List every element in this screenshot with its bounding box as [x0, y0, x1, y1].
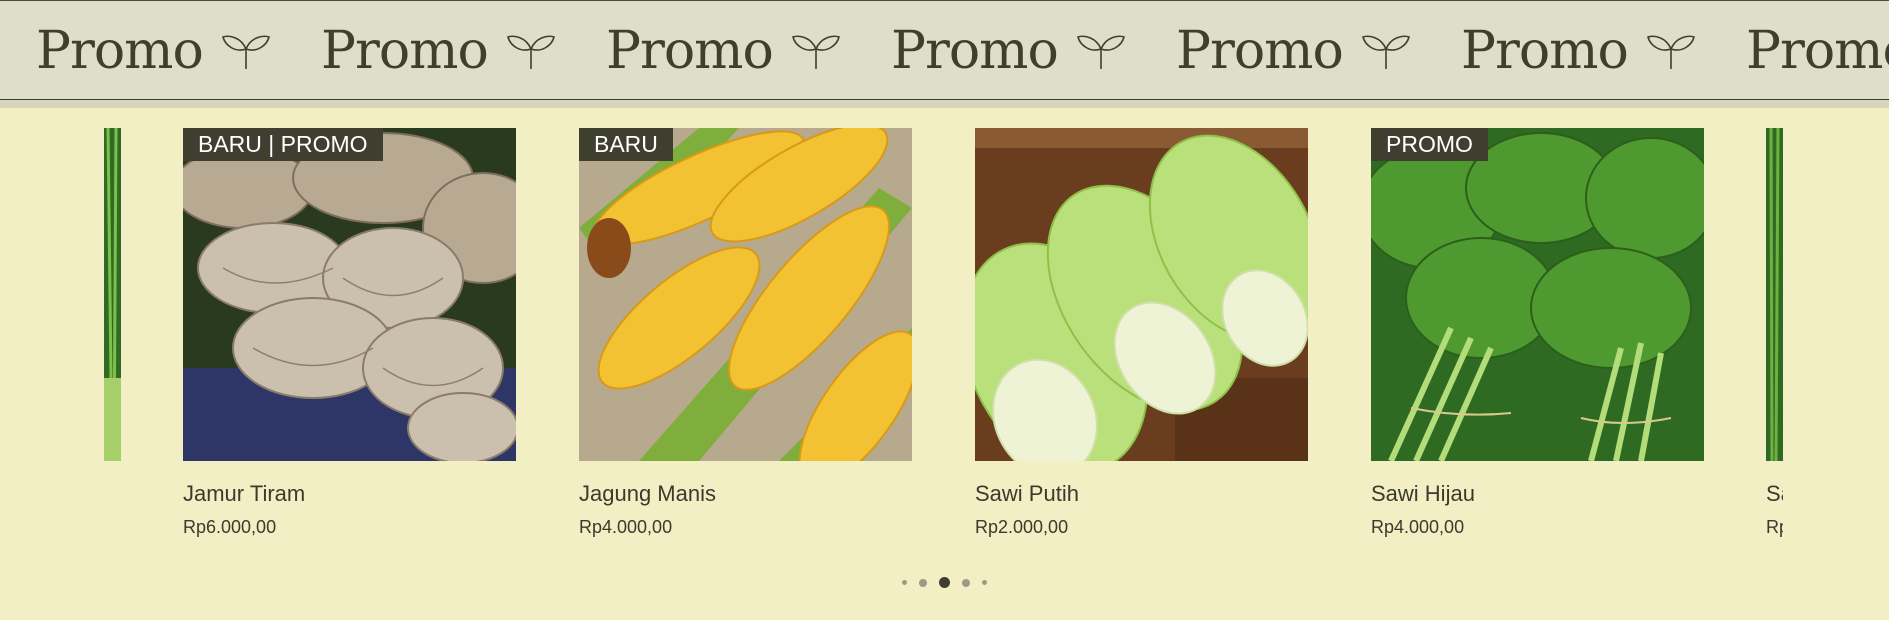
product-name[interactable]: Sa	[1766, 481, 1783, 507]
product-image[interactable]	[975, 128, 1308, 461]
product-price: Rp4.000,00	[579, 517, 673, 537]
sprout-icon	[1362, 35, 1410, 69]
promo-word: Promo	[891, 21, 1059, 81]
product-badge: PROMO	[1371, 128, 1488, 161]
oyster-mushroom-photo	[183, 128, 516, 461]
product-price: Rp2.000,00	[975, 517, 1069, 537]
promo-marquee-strip: Promo Promo Promo Promo Promo Promo Prom…	[36, 1, 1889, 99]
product-name[interactable]: Jamur Tiram	[183, 481, 516, 507]
pagination-dot-4[interactable]	[962, 578, 970, 587]
product-price: Rp6.000,00	[183, 517, 277, 537]
mustard-greens-photo	[1371, 128, 1704, 461]
greens-photo-partial	[1766, 128, 1783, 462]
product-name[interactable]: Sawi Putih	[975, 481, 1308, 507]
napa-cabbage-photo	[975, 128, 1308, 461]
sprout-icon	[222, 35, 270, 69]
sprout-icon	[1647, 35, 1695, 69]
carousel-pagination	[0, 577, 1889, 588]
product-card[interactable]: BARU Jagung Manis Rp4.000,00	[579, 128, 912, 538]
product-card[interactable]: BARU | PROMO Jamur Tiram Rp6.000,00	[183, 128, 516, 538]
pagination-dot-active[interactable]	[939, 577, 950, 588]
pagination-dot-5[interactable]	[982, 580, 987, 585]
promo-word: Promo	[36, 21, 204, 81]
sprout-icon	[507, 35, 555, 69]
product-card[interactable]: Sawi Putih Rp2.000,00	[975, 128, 1308, 538]
product-image[interactable]: BARU	[579, 128, 912, 461]
banner-shadow-band	[0, 100, 1889, 108]
product-price: Rp	[1766, 517, 1783, 537]
promo-marquee-banner: Promo Promo Promo Promo Promo Promo Prom…	[0, 0, 1889, 100]
promo-word: Promo	[321, 21, 489, 81]
product-image[interactable]: BARU | PROMO	[183, 128, 516, 461]
product-image[interactable]: PROMO	[1371, 128, 1704, 461]
product-badge: BARU	[579, 128, 673, 161]
greens-photo-partial	[104, 128, 121, 461]
product-badge: BARU | PROMO	[183, 128, 383, 161]
sprout-icon	[1077, 35, 1125, 69]
product-name[interactable]: Jagung Manis	[579, 481, 912, 507]
product-card-partial-prev[interactable]	[104, 128, 121, 461]
pagination-dot-2[interactable]	[919, 578, 927, 587]
promo-word: Promo	[1461, 21, 1629, 81]
product-card-partial-next[interactable]: Sa Rp	[1766, 128, 1783, 568]
product-price: Rp4.000,00	[1371, 517, 1465, 537]
product-card[interactable]: PROMO Sawi Hijau Rp4.000,00	[1371, 128, 1704, 538]
pagination-dot-1[interactable]	[902, 580, 907, 585]
promo-word: Promo	[1176, 21, 1344, 81]
promo-word: Promo	[1746, 21, 1889, 81]
product-name[interactable]: Sawi Hijau	[1371, 481, 1704, 507]
promo-word: Promo	[606, 21, 774, 81]
sweet-corn-photo	[579, 128, 912, 461]
product-carousel[interactable]: BARU | PROMO Jamur Tiram Rp6.000,00 BARU…	[0, 108, 1889, 620]
sprout-icon	[792, 35, 840, 69]
